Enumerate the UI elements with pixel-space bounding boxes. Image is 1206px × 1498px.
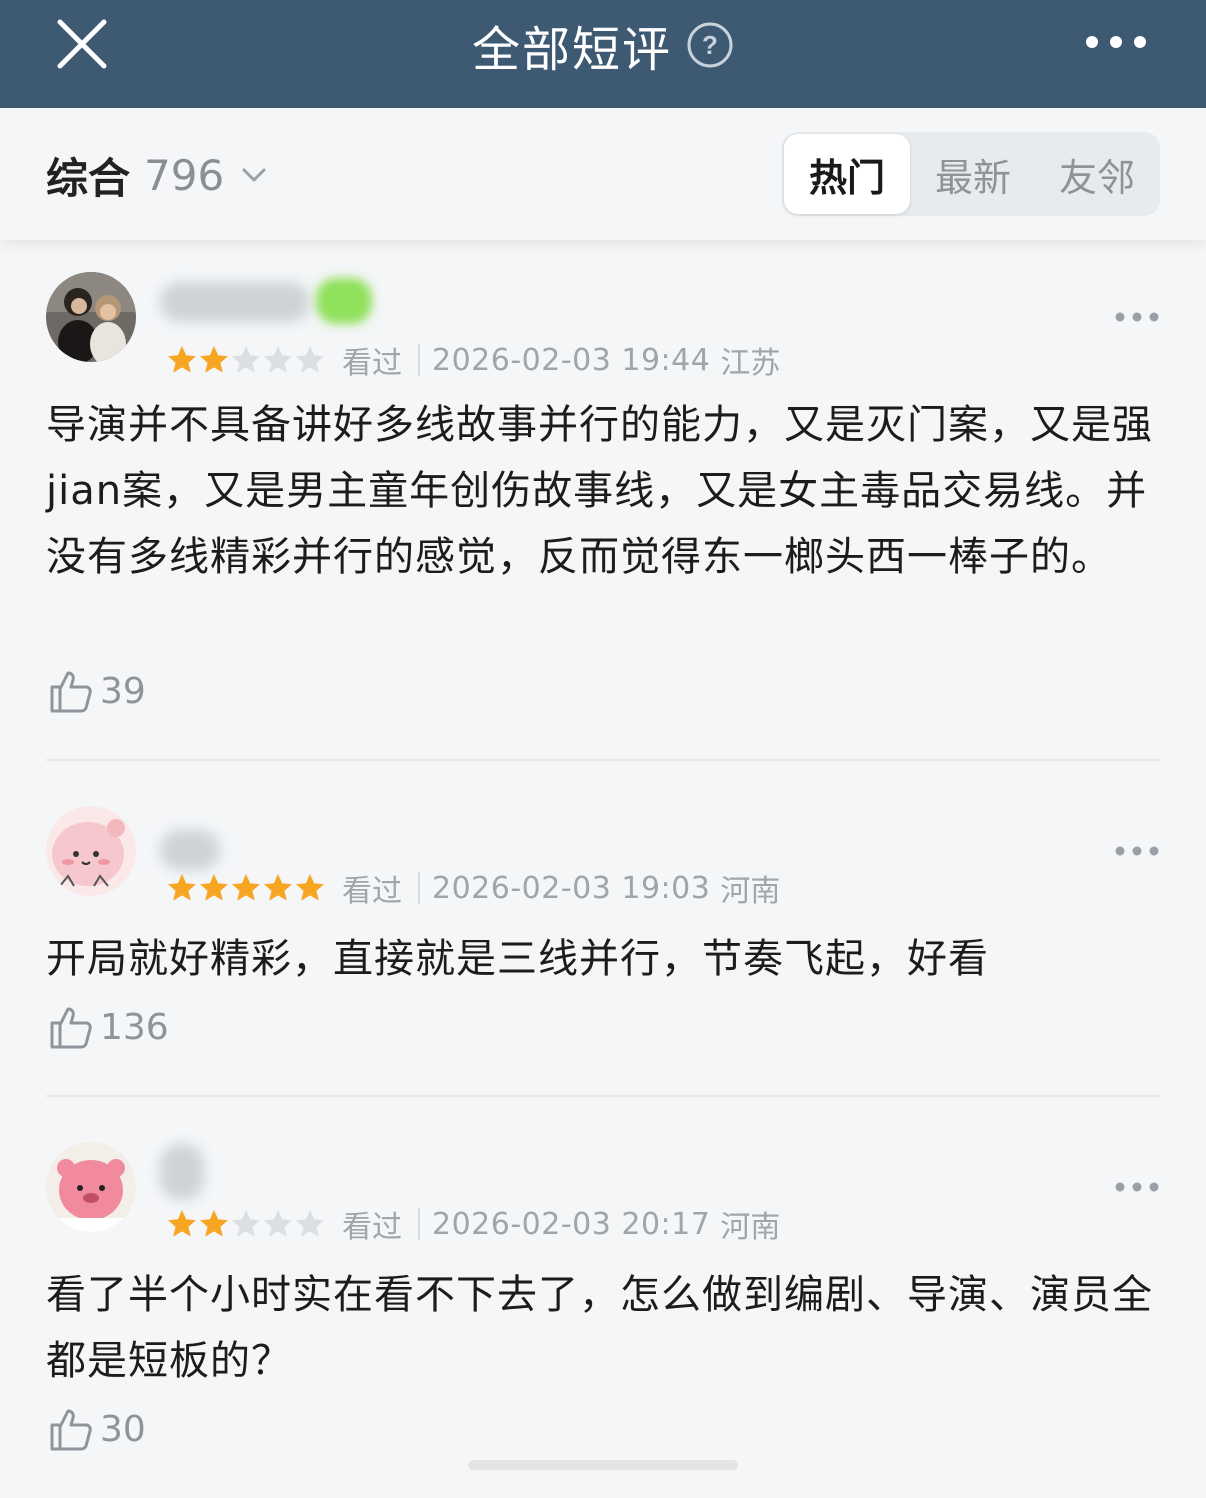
question-circle-icon[interactable]: ? (686, 21, 734, 69)
avatar[interactable] (46, 806, 136, 896)
comment-meta: 看过 2026-02-03 20:17 河南 (166, 1202, 780, 1246)
like-count: 30 (100, 1408, 146, 1450)
star-empty-icon (296, 346, 324, 373)
divider (46, 759, 1160, 761)
star-filled-icon (168, 874, 196, 901)
star-filled-icon (168, 346, 196, 373)
tab-friends[interactable]: 友邻 (1034, 132, 1160, 216)
filter-bar: 综合 796 热门 最新 友邻 (0, 108, 1206, 240)
location: 江苏 (720, 346, 781, 381)
avatar[interactable] (46, 272, 136, 362)
location: 河南 (720, 1210, 781, 1245)
thumbs-up-icon (50, 1007, 92, 1049)
timestamp: 2026-02-03 20:17 (432, 1206, 711, 1242)
thumbs-up-icon (50, 1409, 92, 1451)
star-filled-icon (200, 346, 228, 373)
star-filled-icon (296, 874, 324, 901)
comment-text: 看了半个小时实在看不下去了，怎么做到编剧、导演、演员全都是短板的？ (46, 1272, 1153, 1384)
tab-latest[interactable]: 最新 (910, 132, 1036, 216)
home-indicator (468, 1460, 738, 1470)
star-filled-icon (168, 1210, 196, 1237)
chevron-down-icon (242, 168, 266, 182)
star-empty-icon (296, 1210, 324, 1237)
comment-count: 796 (144, 150, 225, 200)
divider (46, 1095, 1160, 1097)
comment-text: 开局就好精彩，直接就是三线并行，节奏飞起，好看 (46, 936, 989, 982)
more-dots-icon[interactable] (1114, 844, 1160, 858)
more-dots-icon[interactable] (1080, 26, 1152, 58)
watch-status: 看过 (342, 1210, 402, 1245)
comment-meta: 看过 2026-02-03 19:44 江苏 (166, 338, 780, 382)
star-filled-icon (200, 874, 228, 901)
sort-segmented-control: 热门 最新 友邻 (782, 132, 1160, 216)
divider (418, 872, 420, 904)
username-redacted (160, 282, 310, 322)
star-empty-icon (264, 1210, 292, 1237)
sort-dropdown[interactable]: 综合 796 (46, 148, 268, 203)
like-button[interactable]: 136 (46, 1002, 169, 1052)
star-empty-icon (264, 346, 292, 373)
more-dots-icon[interactable] (1114, 310, 1160, 324)
star-filled-icon (232, 874, 260, 901)
like-button[interactable]: 30 (46, 1404, 146, 1454)
like-count: 39 (100, 670, 146, 712)
star-rating (166, 1208, 326, 1240)
star-empty-icon (232, 1210, 260, 1237)
star-filled-icon (264, 874, 292, 901)
like-button[interactable]: 39 (46, 666, 146, 716)
sort-label: 综合 (46, 153, 131, 203)
username-redacted (160, 1144, 204, 1200)
comment-text: 导演并不具备讲好多线故事并行的能力，又是灭门案，又是强jian案，又是男主童年创… (46, 402, 1153, 580)
star-empty-icon (232, 346, 260, 373)
svg-text:?: ? (702, 30, 718, 60)
username-redacted (160, 830, 220, 870)
user-badge (316, 278, 372, 324)
star-rating (166, 872, 326, 904)
more-dots-icon[interactable] (1114, 1180, 1160, 1194)
timestamp: 2026-02-03 19:03 (432, 870, 711, 906)
thumbs-up-icon (50, 671, 92, 713)
star-rating (166, 344, 326, 376)
page-title: 全部短评 (471, 22, 672, 78)
tab-hot[interactable]: 热门 (784, 134, 910, 214)
divider (418, 1208, 420, 1240)
top-nav-bar: 全部短评 ? (0, 0, 1206, 108)
location: 河南 (720, 874, 781, 909)
avatar[interactable] (46, 1142, 136, 1232)
watch-status: 看过 (342, 346, 402, 381)
watch-status: 看过 (342, 874, 402, 909)
title-area: 全部短评 ? (0, 0, 1206, 90)
comment-meta: 看过 2026-02-03 19:03 河南 (166, 866, 780, 910)
star-filled-icon (200, 1210, 228, 1237)
like-count: 136 (100, 1006, 169, 1048)
divider (418, 344, 420, 376)
timestamp: 2026-02-03 19:44 (432, 342, 711, 378)
